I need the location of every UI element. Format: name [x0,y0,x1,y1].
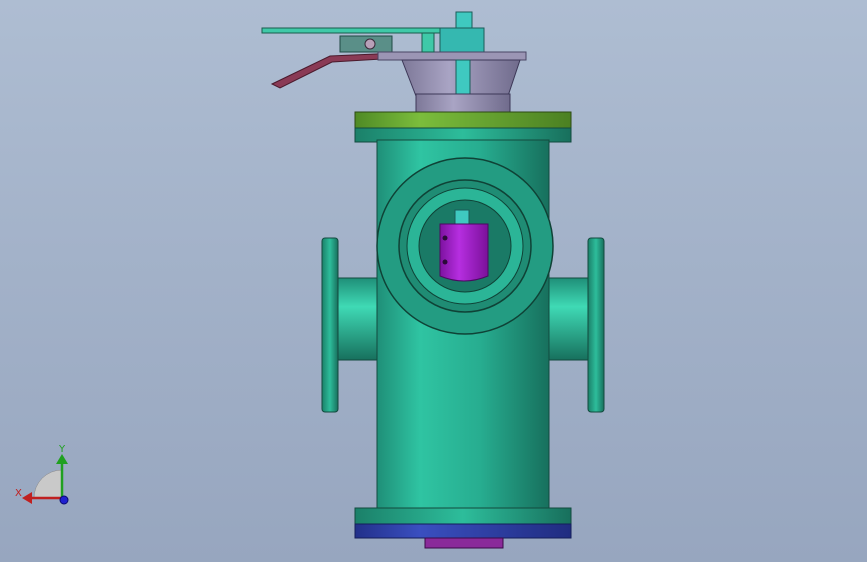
graphics-viewport[interactable]: Y X [0,0,867,562]
right-flange[interactable] [587,237,605,413]
stem-top-cap [455,11,473,31]
bottom-flange[interactable] [354,507,572,549]
cad-model-view[interactable]: Y X [0,0,867,562]
left-flange[interactable] [321,237,339,413]
actuator-plate [377,51,527,61]
triad-z-axis [59,495,69,505]
front-port[interactable] [376,157,554,335]
inner-plug[interactable] [439,223,489,282]
triad-x-label: X [15,488,22,499]
triad-y-label: Y [58,444,66,455]
handle-bar-top[interactable] [261,27,443,34]
stem-shaft [455,59,471,97]
bottom-drain [424,537,504,549]
top-flange[interactable] [354,111,572,143]
yoke-left [421,32,435,53]
bonnet[interactable] [401,59,521,115]
axis-triad: Y X [15,444,69,505]
triad-quadrant [33,469,63,499]
handle-pivot [364,38,376,50]
stem-collar [439,27,485,53]
bonnet-base [415,93,511,115]
